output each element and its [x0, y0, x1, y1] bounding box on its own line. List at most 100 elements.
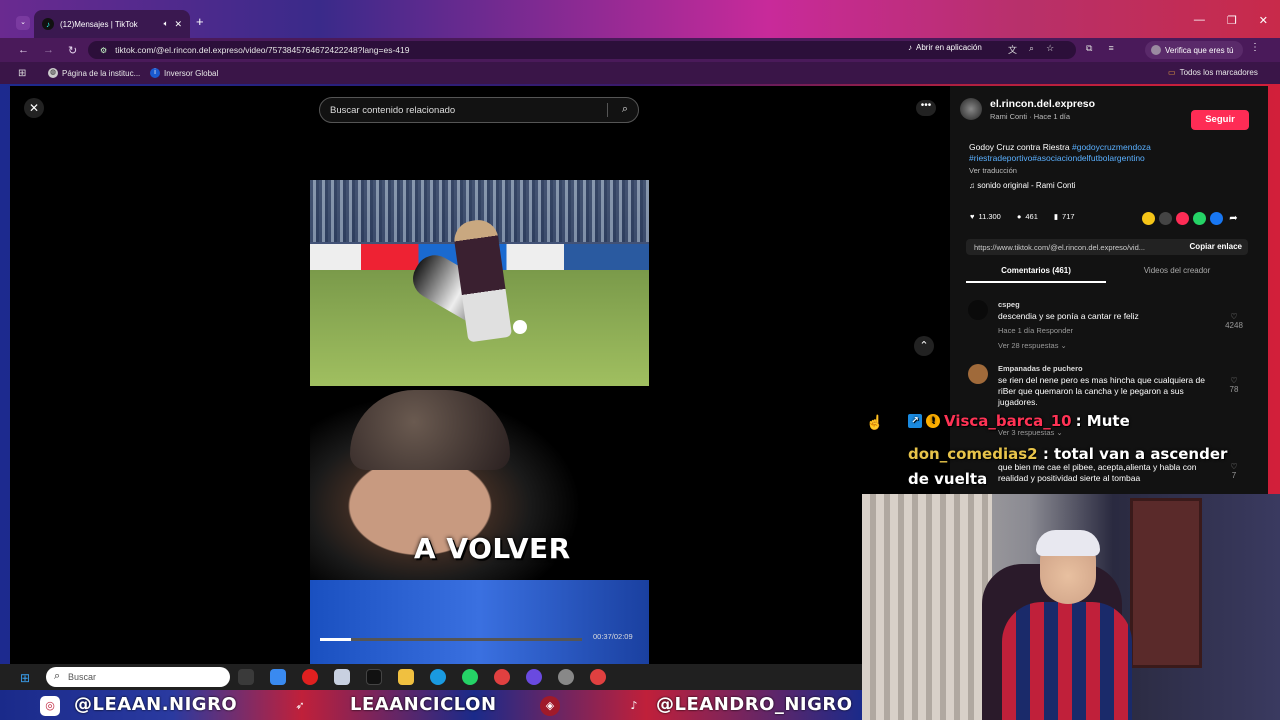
edge-icon[interactable] [430, 669, 446, 685]
bookmark-institucion[interactable]: ◍ Página de la instituc... [48, 68, 140, 78]
window-controls: — ❐ ✕ [1194, 14, 1268, 27]
avatar[interactable] [968, 300, 988, 320]
opera-icon[interactable] [302, 669, 318, 685]
search-divider [607, 103, 608, 117]
translate-icon[interactable]: 文 [1008, 43, 1017, 56]
bookmark-icon: ▮ [1053, 212, 1059, 221]
address-bar-row: ← → ↻ ⚙ tiktok.com/@el.rincon.del.expres… [0, 38, 1280, 62]
tab-comments[interactable]: Comentarios (461) [966, 266, 1106, 283]
back-icon[interactable]: ← [18, 44, 29, 56]
comment-username[interactable]: Empanadas de puchero [998, 364, 1083, 373]
comment-like[interactable]: ♡ 4248 [1224, 312, 1244, 330]
tab-search-chevron-icon[interactable]: ⌄ [16, 16, 30, 30]
post-link-text: https://www.tiktok.com/@el.rincon.del.ex… [974, 242, 1146, 252]
stream-chat-message: don_comedias2 : total van a ascender de … [908, 442, 1238, 492]
avatar[interactable] [968, 364, 988, 384]
author-block[interactable]: el.rincon.del.expreso Rami Conti · Hace … [960, 98, 1095, 121]
minimize-icon[interactable]: — [1194, 14, 1205, 27]
door [1130, 498, 1202, 668]
chrome-profile-icon[interactable] [526, 669, 542, 685]
zoom-icon[interactable]: ⌕ [1029, 43, 1034, 56]
all-bookmarks[interactable]: ▭ Todos los marcadores [1168, 68, 1258, 77]
more-options-icon[interactable]: ••• [916, 100, 936, 116]
search-input[interactable]: Buscar contenido relacionado ⌕ [319, 97, 639, 123]
send-icon[interactable] [1176, 212, 1189, 225]
task-view-icon[interactable] [238, 669, 254, 685]
apps-grid-icon[interactable]: ⊞ [18, 68, 26, 79]
tiktok-icon: ♪ [630, 699, 638, 712]
url-text: tiktok.com/@el.rincon.del.expreso/video/… [115, 45, 410, 55]
sound-link[interactable]: ♫ sonido original - Rami Conti [969, 181, 1076, 190]
embed-icon[interactable] [1159, 212, 1172, 225]
chrome-icon[interactable] [590, 669, 606, 685]
comment-like-count: 4248 [1225, 321, 1243, 330]
forward-icon[interactable]: → [43, 44, 54, 56]
tab-title: (12)Mensajes | TikTok [60, 19, 138, 29]
comment-tabs: Comentarios (461) Videos del creador [966, 266, 1248, 286]
previous-video-icon[interactable]: ⌃ [914, 336, 934, 356]
whatsapp-icon[interactable] [462, 669, 478, 685]
like-button[interactable]: ♥ 11.300 [970, 212, 1001, 221]
instagram-icon: ◎ [40, 696, 60, 716]
tab-creator-videos[interactable]: Videos del creador [1106, 266, 1248, 275]
comment-like[interactable]: ♡ 78 [1224, 376, 1244, 394]
browser-tab-tiktok[interactable]: ♪ (12)Mensajes | TikTok 🔈︎ ✕ [34, 10, 190, 38]
streamer-jersey [1002, 602, 1132, 720]
view-replies-link[interactable]: Ver 28 respuestas ⌄ [998, 341, 1067, 350]
share-arrow-icon[interactable]: ➦ [1227, 212, 1240, 225]
comment-username[interactable]: cspeg [998, 300, 1020, 309]
video-player[interactable]: A VOLVER 00:37/02:09 [310, 180, 649, 664]
hashtag-link[interactable]: #riestradeportivo#asociaciondelfutbolarg… [969, 153, 1145, 163]
see-translation-link[interactable]: Ver traducción [969, 166, 1017, 175]
extensions-icon[interactable]: ⧉ [1086, 43, 1092, 54]
heart-outline-icon: ♡ [1230, 312, 1238, 321]
app-icon[interactable] [334, 669, 350, 685]
post-link-field: https://www.tiktok.com/@el.rincon.del.ex… [966, 239, 1248, 255]
avatar[interactable] [960, 98, 982, 120]
bookmark-inversor[interactable]: i Inversor Global [150, 68, 218, 78]
chat-username: Visca_barca_10 [944, 412, 1072, 430]
close-tab-icon[interactable]: ✕ [174, 19, 182, 30]
close-window-icon[interactable]: ✕ [1259, 14, 1268, 27]
tiktok-icon: ♪ [908, 43, 912, 52]
comment-like-count: 78 [1229, 385, 1239, 394]
speaker-icon[interactable]: 🔈︎ [164, 19, 169, 29]
chrome-icon[interactable] [494, 669, 510, 685]
windows-start-icon[interactable]: ⊞ [20, 671, 30, 685]
facebook-icon[interactable] [1210, 212, 1223, 225]
file-explorer-icon[interactable] [398, 669, 414, 685]
restore-icon[interactable]: ❐ [1227, 14, 1237, 27]
chat-text: : Mute [1075, 412, 1130, 430]
tiktok-app-icon[interactable] [366, 669, 382, 685]
new-tab-button[interactable]: + [196, 14, 204, 29]
taskbar-search-input[interactable]: Buscar [46, 667, 230, 687]
obs-icon[interactable] [558, 669, 574, 685]
bookmark-star-icon[interactable]: ☆ [1046, 43, 1054, 56]
bookmark-label: Página de la instituc... [62, 68, 141, 78]
browser-menu-icon[interactable]: ⋮ [1250, 42, 1260, 53]
copy-link-button[interactable]: Copiar enlace [1190, 242, 1242, 251]
site-info-icon[interactable]: ⚙ [100, 46, 107, 55]
media-icon[interactable]: ≡ [1108, 43, 1113, 54]
close-video-button[interactable]: ✕ [24, 98, 44, 118]
share-buttons: ➦ [1142, 212, 1240, 225]
save-button[interactable]: ▮ 717 [1054, 212, 1075, 221]
follow-button[interactable]: Seguir [1191, 110, 1249, 130]
hashtag-link[interactable]: #godoycruzmendoza [1072, 142, 1151, 152]
open-in-app-button[interactable]: ♪ Abrir en aplicación [908, 43, 982, 52]
repost-icon[interactable] [1142, 212, 1155, 225]
copilot-icon[interactable] [270, 669, 286, 685]
search-icon[interactable]: ⌕ [622, 103, 628, 116]
comment-meta[interactable]: Hace 1 día Responder [998, 326, 1073, 335]
screen: ⌄ ♪ (12)Mensajes | TikTok 🔈︎ ✕ + — ❐ ✕ ←… [0, 0, 1280, 720]
video-progress-bar[interactable] [320, 638, 582, 641]
profile-verify-button[interactable]: Verifica que eres tú [1145, 41, 1243, 59]
info-icon: i [150, 68, 160, 78]
comment-item: cspeg descendia y se ponía a cantar re f… [968, 300, 1244, 360]
whatsapp-icon[interactable] [1193, 212, 1206, 225]
reload-icon[interactable]: ↻ [68, 44, 77, 57]
comment-button[interactable]: ● 461 [1017, 212, 1038, 221]
author-name[interactable]: el.rincon.del.expreso [990, 98, 1095, 110]
banner-tiktok-handle: @LEANDRO_NIGRO [656, 694, 853, 715]
banner-instagram-handle: @LEAAN.NIGRO [74, 694, 238, 715]
